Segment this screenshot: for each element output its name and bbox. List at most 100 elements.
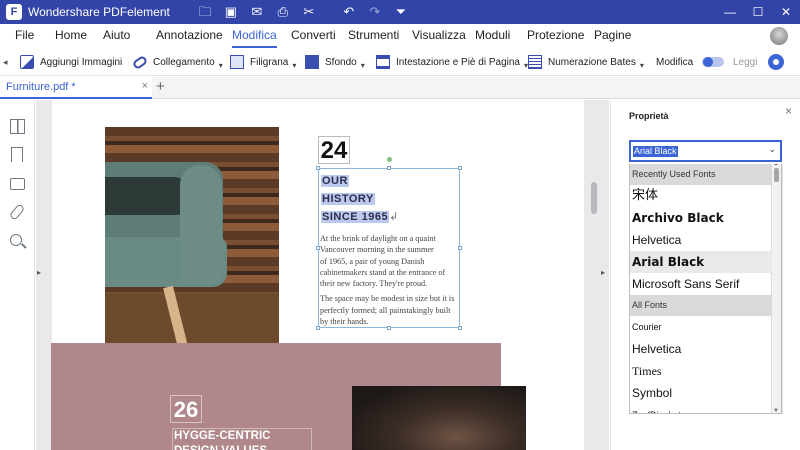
header-footer-icon [376,55,390,69]
redo-icon[interactable]: ↷ [362,0,388,24]
menu-annotazione[interactable]: Annotazione [156,24,223,46]
background-dropdown-caret[interactable]: ▾ [361,61,365,70]
font-option[interactable]: Microsoft Sans Serif [630,273,772,295]
chevron-down-icon[interactable]: ⌄ [768,144,776,155]
close-button[interactable]: ✕ [772,0,800,24]
page-number-24[interactable]: 24 [318,136,350,164]
history-heading[interactable]: OUR HISTORY SINCE 1965↲ [321,172,399,226]
font-option[interactable]: Courier [630,316,772,338]
menu-converti[interactable]: Converti [291,24,336,46]
collapse-right-panel-icon[interactable]: ▸ [601,268,605,277]
scroll-down-icon[interactable]: ▼ [773,408,779,413]
menu-moduli[interactable]: Moduli [475,24,510,46]
menu-bar: File Home Aiuto Annotazione Modifica Con… [0,24,800,48]
font-option[interactable]: Helvetica [630,338,772,360]
font-list-section-header: Recently Used Fonts [630,164,772,185]
menu-visualizza[interactable]: Visualizza [412,24,466,46]
font-option[interactable]: 宋体 [630,185,772,207]
attachment-icon[interactable] [8,203,26,221]
history-line-2: HISTORY [321,193,375,205]
scroll-up-icon[interactable]: ▲ [773,164,779,167]
paragraph-1: At the brink of daylight on a quaint Van… [320,234,446,289]
menu-modifica[interactable]: Modifica [232,24,277,48]
watermark-label: Filigrana [250,56,289,68]
link-icon [131,54,149,70]
close-panel-icon[interactable]: × [785,104,792,118]
font-option[interactable]: ZapfDingbats [630,404,772,413]
window-controls: — ☐ ✕ [716,0,800,24]
menu-pagine[interactable]: Pagine [594,24,631,46]
font-list-section-header: All Fonts [630,295,772,316]
settings-gear-icon[interactable] [768,54,784,70]
font-list-scrollbar[interactable]: ▲ ▼ [771,164,781,413]
watermark-icon [230,55,244,69]
watermark-dropdown-caret[interactable]: ▾ [292,61,296,70]
tab-furniture-pdf[interactable]: Furniture.pdf * × [0,77,152,99]
history-line-1: OUR [321,175,349,187]
menu-file[interactable]: File [15,24,34,46]
menu-home[interactable]: Home [55,24,87,46]
font-option[interactable]: Symbol [630,382,772,404]
menu-aiuto[interactable]: Aiuto [103,24,130,46]
collapse-left-panel-icon[interactable]: ▸ [37,268,41,277]
thumbnails-icon[interactable] [10,119,25,134]
font-list-scroll-thumb[interactable] [774,168,779,182]
rotate-handle-icon[interactable] [387,157,392,162]
document-tab-bar: Furniture.pdf * × + [0,77,800,99]
background-icon [305,55,319,69]
quick-access-toolbar: 🗀 ▣ ✉ ⎙ ✂ ↶ ↷ ⏷ [192,0,414,24]
read-mode-text: Leggi [733,56,758,68]
edit-mode-label[interactable]: Modifica [656,48,693,76]
font-option[interactable]: Archivo Black [630,207,772,229]
link-dropdown-caret[interactable]: ▾ [219,61,223,70]
bates-icon [528,55,542,69]
edit-read-toggle[interactable] [702,57,724,67]
font-select-value: Arial Black [633,146,678,157]
read-mode-label[interactable]: Leggi [733,48,757,76]
add-images-label: Aggiungi Immagini [40,56,123,68]
background-button[interactable]: Sfondo ▾ [305,48,365,76]
font-option[interactable]: Times [630,360,772,382]
history-body-text[interactable]: At the brink of daylight on a quaint Van… [320,233,460,331]
chair-pillow-shape [105,177,185,215]
armchair-photo [105,127,279,365]
bates-dropdown-caret[interactable]: ▾ [640,61,644,70]
properties-panel: Proprietà × Arial Black ⌄ ▲ ▼ Recently U… [610,100,800,450]
font-family-select[interactable]: Arial Black ⌄ [629,140,782,162]
search-icon[interactable] [10,234,22,246]
new-tab-button[interactable]: + [156,78,165,95]
properties-title: Proprietà [629,111,669,121]
minimize-button[interactable]: — [716,0,744,24]
add-images-button[interactable]: Aggiungi Immagini [20,48,122,76]
bookmark-icon[interactable] [11,147,23,162]
folder-icon[interactable]: 🗀 [192,0,218,24]
close-tab-icon[interactable]: × [142,80,148,92]
bates-label: Numerazione Bates [548,56,636,68]
scissors-icon[interactable]: ✂ [296,0,322,24]
comment-icon[interactable] [10,178,25,190]
menu-protezione[interactable]: Protezione [527,24,584,46]
customize-icon[interactable]: ⏷ [388,0,414,24]
edit-mode-text: Modifica [656,56,694,68]
bates-button[interactable]: Numerazione Bates ▾ [528,48,644,76]
mail-icon[interactable]: ✉ [244,0,270,24]
save-icon[interactable]: ▣ [218,0,244,24]
document-scrollbar[interactable] [591,182,597,214]
font-option[interactable]: Helvetica [630,229,772,251]
toolbar-scroll-left-icon[interactable]: ◂ [3,48,8,76]
font-option[interactable]: Arial Black [630,251,772,273]
undo-icon[interactable]: ↶ [336,0,362,24]
menu-strumenti[interactable]: Strumenti [348,24,399,46]
resize-handle[interactable] [458,166,462,170]
maximize-button[interactable]: ☐ [744,0,772,24]
link-button[interactable]: Collegamento ▾ [131,48,223,76]
resize-handle[interactable] [387,166,391,170]
title-bar: F Wondershare PDFelement 🗀 ▣ ✉ ⎙ ✂ ↶ ↷ ⏷… [0,0,800,24]
watermark-button[interactable]: Filigrana ▾ [230,48,296,76]
page-number-26[interactable]: 26 [170,395,202,423]
print-icon[interactable]: ⎙ [270,0,296,24]
hygge-heading[interactable]: HYGGE-CENTRIC DESIGN VALUES [172,428,312,450]
resize-handle[interactable] [316,166,320,170]
header-footer-button[interactable]: Intestazione e Piè di Pagina ▾ [376,48,528,76]
user-avatar[interactable] [770,27,788,45]
